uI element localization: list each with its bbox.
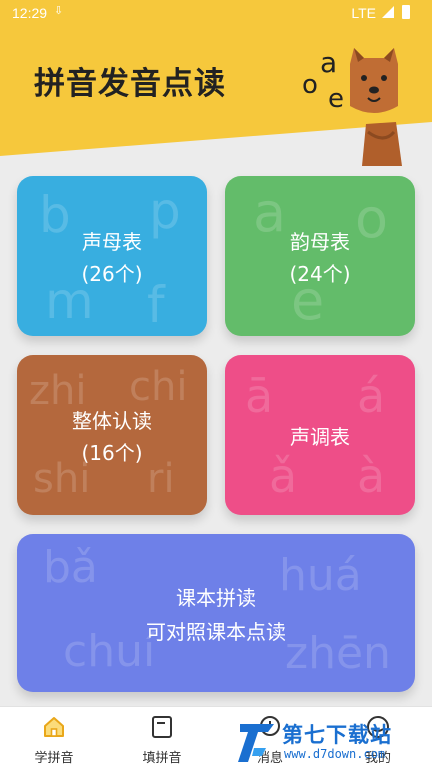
card-title: 整体认读 (72, 409, 152, 433)
watermark: 第七下载站 www.d7down.com (236, 716, 432, 768)
card-deco-letter: chi (129, 364, 188, 410)
page-title: 拼音发音点读 (34, 66, 226, 102)
watermark-url: www.d7down.com (284, 747, 386, 761)
card-finals[interactable]: a o e 韵母表 (24个) (225, 176, 415, 336)
header: 拼音发音点读 o a e (0, 26, 432, 166)
battery-icon (402, 5, 410, 19)
card-deco-letter: ǎ (269, 449, 298, 503)
mascot-letter-a: a (320, 46, 338, 79)
note-icon (152, 716, 172, 738)
card-subtitle: (24个) (289, 262, 351, 286)
status-bar: 12:29 ⇩ LTE (0, 0, 432, 26)
download-icon: ⇩ (54, 5, 64, 17)
dog-mascot-icon (350, 48, 402, 166)
card-title: 韵母表 (290, 230, 350, 254)
card-subtitle: (16个) (81, 441, 143, 465)
home-icon (44, 717, 64, 737)
nav-item-label: 学拼音 (34, 751, 74, 766)
card-deco-letter: à (357, 449, 386, 503)
status-time: 12:29 (12, 5, 48, 21)
nav-item-learn-pinyin[interactable]: 学拼音 (0, 707, 108, 768)
card-deco-letter: á (357, 369, 386, 423)
card-subtitle: 可对照课本点读 (146, 620, 286, 644)
card-title: 声母表 (82, 230, 142, 254)
nav-item-fill-pinyin[interactable]: 填拼音 (108, 707, 216, 768)
nav-item-label: 填拼音 (142, 751, 182, 766)
card-whole-syllables[interactable]: zhi chi shi ri 整体认读 (16个) (17, 355, 207, 515)
signal-icon (382, 6, 394, 18)
card-title: 课本拼读 (176, 586, 256, 610)
watermark-title: 第七下载站 (282, 723, 392, 747)
mascot-letter-o: o (302, 70, 318, 100)
card-title: 声调表 (290, 425, 350, 449)
network-type: LTE (351, 5, 376, 21)
mascot-letter-e: e (328, 84, 344, 114)
card-tones[interactable]: ā á ǎ à 声调表 (225, 355, 415, 515)
card-initials[interactable]: b p m f 声母表 (26个) (17, 176, 207, 336)
watermark-logo-icon (238, 724, 274, 762)
card-textbook[interactable]: bǎ huá chuí zhēn 课本拼读 可对照课本点读 (17, 534, 415, 692)
card-subtitle: (26个) (81, 262, 143, 286)
card-deco-letter: ā (245, 369, 274, 423)
